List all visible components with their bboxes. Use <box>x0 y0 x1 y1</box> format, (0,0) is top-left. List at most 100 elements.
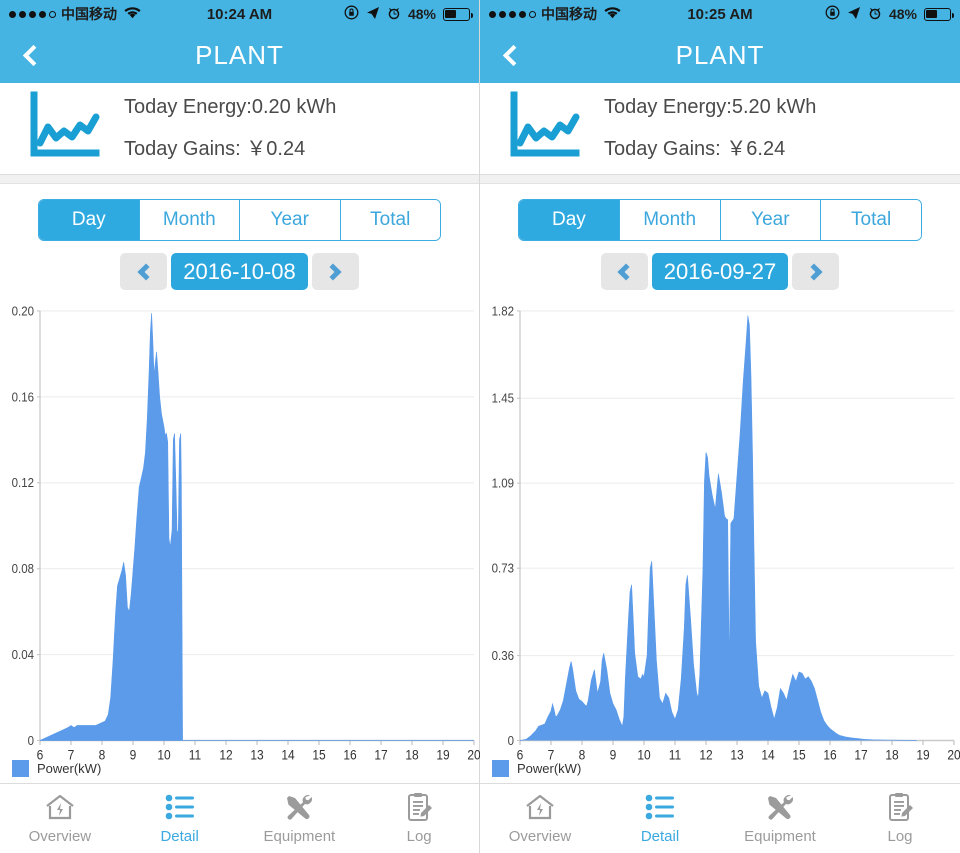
signal-strength-icon <box>9 10 56 18</box>
chevron-right-icon <box>324 263 342 280</box>
svg-text:9: 9 <box>610 747 617 763</box>
today-gains-label: Today Gains: ￥0.24 <box>124 138 306 160</box>
svg-text:20: 20 <box>467 747 480 763</box>
svg-text:1.09: 1.09 <box>492 476 515 491</box>
date-value[interactable]: 2016-10-08 <box>171 253 308 290</box>
tab-log[interactable]: Log <box>359 784 479 853</box>
svg-text:11: 11 <box>189 747 201 763</box>
tab-year[interactable]: Year <box>240 200 341 240</box>
rotation-lock-icon <box>344 5 359 23</box>
today-gains-label: Today Gains: ￥6.24 <box>604 138 786 160</box>
chevron-left-icon <box>617 263 635 280</box>
section-divider <box>480 175 960 184</box>
svg-text:10: 10 <box>157 747 170 763</box>
svg-text:1.45: 1.45 <box>492 391 515 406</box>
legend-color-swatch <box>12 760 29 777</box>
tab-day[interactable]: Day <box>519 200 620 240</box>
tab-equipment[interactable]: Equipment <box>720 784 840 853</box>
tab-overview[interactable]: Overview <box>480 784 600 853</box>
tab-detail-label: Detail <box>160 828 199 845</box>
svg-text:0: 0 <box>28 733 35 748</box>
line-chart-icon <box>508 91 582 166</box>
svg-text:18: 18 <box>885 747 898 763</box>
svg-text:0.08: 0.08 <box>12 562 35 577</box>
tab-year[interactable]: Year <box>720 200 822 240</box>
date-navigator: 2016-09-27 <box>480 253 960 290</box>
tab-overview[interactable]: Overview <box>0 784 120 853</box>
battery-icon <box>443 7 474 21</box>
chart-legend: Power(kW) <box>492 760 581 777</box>
wifi-icon <box>604 6 621 22</box>
phone-screen-left: 中国移动 10:24 AM 48% PLANT Today Energy:0.2… <box>0 0 480 853</box>
svg-text:19: 19 <box>916 747 929 763</box>
tab-day[interactable]: Day <box>39 200 140 240</box>
tab-log[interactable]: Log <box>840 784 960 853</box>
date-value[interactable]: 2016-09-27 <box>651 253 789 290</box>
tab-overview-label: Overview <box>28 828 92 845</box>
tab-log-label: Log <box>406 828 432 845</box>
tab-detail[interactable]: Detail <box>120 784 240 853</box>
location-arrow-icon <box>366 6 380 23</box>
status-bar-right: 48% <box>825 5 955 23</box>
svg-text:19: 19 <box>436 747 449 763</box>
nav-bar: PLANT <box>480 28 960 83</box>
bottom-tab-bar: Overview Detail Equipment Log <box>0 783 479 853</box>
chart-canvas: 00.360.731.091.451.826 7 8 9 10 11 12 13 14 15 16 1… <box>492 304 960 763</box>
summary-section: Today Energy:5.20 kWh Today Gains: ￥6.24 <box>480 83 960 175</box>
dual-screenshot-container: 中国移动 10:24 AM 48% PLANT Today Energy:0.2… <box>0 0 960 853</box>
period-selector-wrap: Day Month Year Total <box>480 184 960 241</box>
date-navigator: 2016-10-08 <box>0 253 479 290</box>
battery-percent-label: 48% <box>888 6 917 22</box>
prev-date-button[interactable] <box>120 253 168 290</box>
page-title: PLANT <box>195 40 284 70</box>
svg-text:1.82: 1.82 <box>492 304 515 319</box>
svg-text:0.20: 0.20 <box>12 304 35 319</box>
status-bar: 中国移动 10:25 AM 48% <box>480 0 960 28</box>
tools-icon <box>765 792 795 822</box>
back-chevron-icon <box>502 44 524 67</box>
phone-screen-right: 中国移动 10:25 AM 48% PLANT Today Energy:5.2… <box>480 0 960 853</box>
battery-icon <box>924 7 955 21</box>
next-date-button[interactable] <box>792 253 840 290</box>
period-segmented-control[interactable]: Day Month Year Total <box>38 199 441 241</box>
svg-text:0.16: 0.16 <box>12 390 35 405</box>
legend-label: Power(kW) <box>37 761 102 776</box>
location-arrow-icon <box>847 6 861 23</box>
line-chart-icon <box>28 91 102 166</box>
battery-percent-label: 48% <box>407 6 436 22</box>
tab-total[interactable]: Total <box>821 200 921 240</box>
clipboard-icon <box>405 792 433 822</box>
tab-detail[interactable]: Detail <box>600 784 720 853</box>
svg-text:9: 9 <box>130 747 137 763</box>
svg-text:0.73: 0.73 <box>492 561 515 576</box>
summary-text: Today Energy:0.20 kWh Today Gains: ￥0.24 <box>124 96 336 161</box>
svg-text:11: 11 <box>669 747 681 763</box>
back-button[interactable] <box>12 28 54 83</box>
prev-date-button[interactable] <box>600 253 648 290</box>
svg-text:13: 13 <box>730 747 743 763</box>
clipboard-icon <box>886 792 914 822</box>
rotation-lock-icon <box>825 5 840 23</box>
power-chart-left: 0 0.04 0.08 0.12 0.16 0.20 6 7 8 9 10 11 12 13 14 15 16 1… <box>0 290 480 783</box>
next-date-button[interactable] <box>311 253 359 290</box>
svg-text:12: 12 <box>219 747 232 763</box>
status-bar-right: 48% <box>344 5 474 23</box>
svg-text:0: 0 <box>508 733 515 748</box>
svg-text:13: 13 <box>250 747 263 763</box>
tab-total[interactable]: Total <box>340 200 440 240</box>
svg-text:17: 17 <box>854 747 867 763</box>
svg-text:15: 15 <box>312 747 325 763</box>
carrier-label: 中国移动 <box>61 6 117 22</box>
tab-month[interactable]: Month <box>139 200 240 240</box>
tab-equipment-label: Equipment <box>263 828 336 845</box>
tab-equipment[interactable]: Equipment <box>240 784 360 853</box>
period-segmented-control[interactable]: Day Month Year Total <box>518 199 922 241</box>
back-button[interactable] <box>492 28 534 83</box>
tab-month[interactable]: Month <box>619 200 721 240</box>
carrier-label: 中国移动 <box>541 6 597 22</box>
legend-label: Power(kW) <box>517 761 582 776</box>
summary-section: Today Energy:0.20 kWh Today Gains: ￥0.24 <box>0 83 479 175</box>
tab-log-label: Log <box>887 828 913 845</box>
nav-bar: PLANT <box>0 28 479 83</box>
chart-canvas: 00.040.080.120.160.206 7 8 9 10 11 12 13 14 15 16 1… <box>12 304 480 763</box>
